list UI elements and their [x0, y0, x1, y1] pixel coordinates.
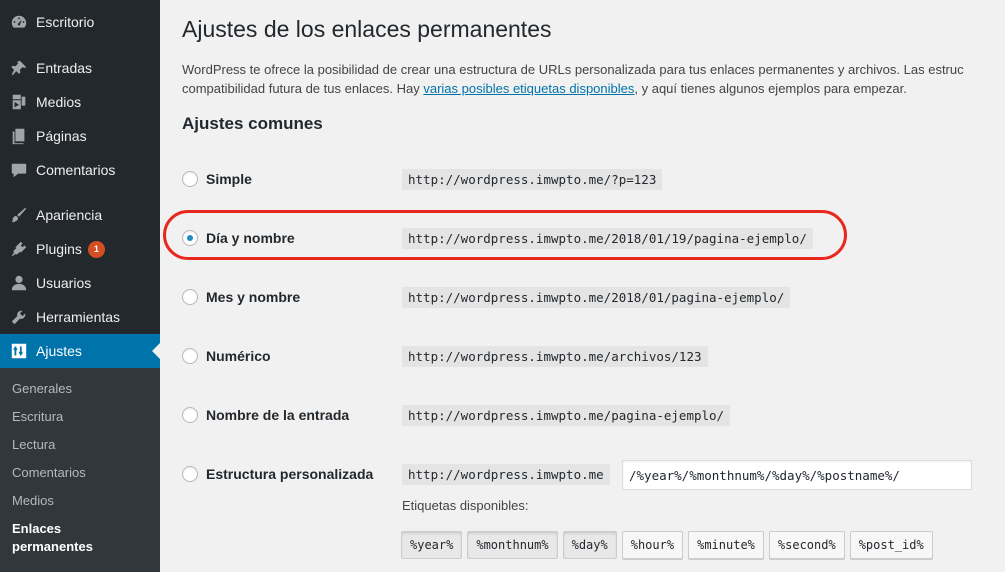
main-content: Ajustes de los enlaces permanentes WordP… [160, 0, 1005, 572]
tag-button-post-id[interactable]: %post_id% [849, 531, 933, 559]
menu-label: Herramientas [36, 309, 121, 325]
user-icon [0, 274, 36, 292]
option-row-simple: Simple http://wordpress.imwpto.me/?p=123 [182, 166, 663, 192]
menu-label: Comentarios [36, 162, 116, 178]
menu-item-entradas[interactable]: Entradas [0, 51, 160, 85]
menu-label: Apariencia [36, 207, 103, 223]
radio-nombre-de-la-entrada[interactable] [182, 407, 198, 423]
menu-label: Escritorio [36, 14, 95, 30]
submenu-item-lectura[interactable]: Lectura [12, 437, 55, 452]
tag-button-hour[interactable]: %hour% [621, 531, 684, 559]
menu-item-herramientas[interactable]: Herramientas [0, 300, 160, 334]
available-tags-link[interactable]: varias posibles etiquetas disponibles [423, 81, 634, 96]
description-line-1: WordPress te ofrece la posibilidad de cr… [182, 62, 964, 77]
menu-item-escritorio[interactable]: Escritorio [0, 5, 160, 39]
option-label[interactable]: Estructura personalizada [206, 466, 373, 482]
menu-label: Medios [36, 94, 82, 110]
highlight-annotation-circle [163, 210, 847, 260]
example-url: http://wordpress.imwpto.me/?p=123 [402, 168, 663, 190]
example-url: http://wordpress.imwpto.me/pagina-ejempl… [402, 404, 731, 426]
menu-item-comentarios[interactable]: Comentarios [0, 153, 160, 187]
menu-label: Entradas [36, 60, 93, 76]
page-description: WordPress te ofrece la posibilidad de cr… [182, 60, 1005, 98]
settings-submenu: Generales Escritura Lectura Comentarios … [0, 368, 160, 572]
custom-structure-input[interactable] [622, 460, 972, 490]
menu-item-apariencia[interactable]: Apariencia [0, 198, 160, 232]
example-url: http://wordpress.imwpto.me/2018/01/pagin… [402, 286, 791, 308]
dashboard-icon [0, 13, 36, 31]
menu-item-plugins[interactable]: Plugins 1 [0, 232, 160, 266]
radio-numerico[interactable] [182, 348, 198, 364]
wrench-icon [0, 308, 36, 326]
active-indicator-arrow [152, 343, 160, 359]
submenu-item-enlaces-permanentes[interactable]: Enlaces permanentes [12, 520, 132, 556]
submenu-item-generales[interactable]: Generales [12, 381, 72, 396]
menu-label: Plugins [36, 241, 82, 257]
option-row-nombre-de-la-entrada: Nombre de la entrada http://wordpress.im… [182, 402, 731, 428]
radio-estructura-personalizada[interactable] [182, 466, 198, 482]
submenu-item-escritura[interactable]: Escritura [12, 409, 63, 424]
submenu-item-medios[interactable]: Medios [12, 493, 54, 508]
custom-url-prefix: http://wordpress.imwpto.me [402, 463, 610, 485]
comment-icon [0, 161, 36, 179]
section-title: Ajustes comunes [182, 114, 323, 133]
radio-simple[interactable] [182, 171, 198, 187]
option-label[interactable]: Nombre de la entrada [206, 407, 349, 423]
tag-button-second[interactable]: %second% [768, 531, 845, 559]
tag-button-minute[interactable]: %minute% [688, 531, 764, 559]
option-label[interactable]: Mes y nombre [206, 289, 300, 305]
menu-label: Páginas [36, 128, 87, 144]
media-icon [0, 93, 36, 111]
tag-button-monthnum[interactable]: %monthnum% [467, 531, 558, 559]
radio-mes-y-nombre[interactable] [182, 289, 198, 305]
settings-icon [0, 342, 36, 360]
option-row-numerico: Numérico http://wordpress.imwpto.me/arch… [182, 343, 708, 369]
tag-button-year[interactable]: %year% [401, 531, 463, 559]
menu-item-usuarios[interactable]: Usuarios [0, 266, 160, 300]
available-tags-label: Etiquetas disponibles: [402, 498, 529, 513]
available-tags: %year% %monthnum% %day% %hour% %minute% … [401, 531, 933, 559]
option-row-estructura-personalizada: Estructura personalizada http://wordpres… [182, 461, 610, 487]
option-label[interactable]: Simple [206, 171, 252, 187]
description-line-2: compatibilidad futura de tus enlaces. Ha… [182, 81, 424, 96]
example-url: http://wordpress.imwpto.me/archivos/123 [402, 345, 708, 367]
update-count-badge: 1 [87, 240, 105, 258]
option-row-mes-y-nombre: Mes y nombre http://wordpress.imwpto.me/… [182, 284, 791, 310]
option-label[interactable]: Numérico [206, 348, 271, 364]
description-line-2-end: , y aquí tienes algunos ejemplos para em… [634, 81, 907, 96]
paintbrush-icon [0, 206, 36, 224]
page-icon [0, 127, 36, 145]
admin-sidebar: Escritorio Entradas Medios Páginas Comen… [0, 0, 160, 572]
menu-label: Ajustes [36, 343, 82, 359]
menu-item-paginas[interactable]: Páginas [0, 119, 160, 153]
tag-button-day[interactable]: %day% [562, 531, 617, 559]
menu-label: Usuarios [36, 275, 92, 291]
submenu-item-comentarios[interactable]: Comentarios [12, 465, 86, 480]
pushpin-icon [0, 59, 36, 77]
plugin-icon [0, 240, 36, 258]
page-title: Ajustes de los enlaces permanentes [182, 16, 552, 42]
menu-item-medios[interactable]: Medios [0, 85, 160, 119]
menu-item-ajustes[interactable]: Ajustes [0, 334, 160, 368]
